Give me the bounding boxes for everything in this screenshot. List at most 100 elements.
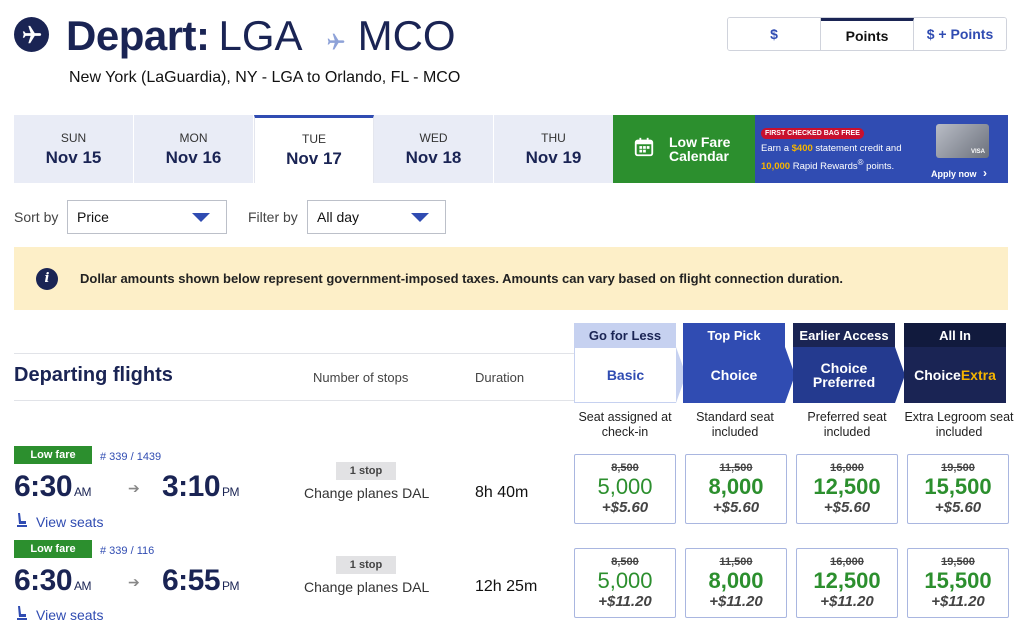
fare-desc-choice-preferred: Preferred seat included [807,410,887,439]
low-fare-line2: Calendar [669,148,729,164]
arrival-time: 3:10 PM [162,470,240,504]
points-price: 5,000 [597,474,653,499]
date-tab-date: Nov 18 [405,147,462,167]
fare-price-choice[interactable]: 11,500 8,000 +$11.20 [685,548,787,618]
view-seats-label: View seats [36,513,104,530]
sort-select[interactable]: Price [67,200,227,234]
arr-time-value: 6:55 [162,564,221,597]
old-price: 16,000 [830,462,864,474]
old-price: 19,500 [941,556,975,568]
date-tab-thu[interactable]: THU Nov 19 [494,115,614,183]
route-subtitle: New York (LaGuardia), NY - LGA to Orland… [69,69,461,86]
date-tab-sun[interactable]: SUN Nov 15 [14,115,134,183]
credit-card-promo[interactable]: FIRST CHECKED BAG FREE Earn a $400 state… [755,115,1008,183]
fare-desc-choice-extra: Extra Legroom seat included [904,410,1014,439]
change-planes-text: Change planes DAL [304,579,430,595]
arr-ampm: PM [222,485,240,499]
chevron-right-icon: › [983,166,988,180]
date-tab-date: Nov 16 [165,147,222,167]
promo-amount: $400 [791,143,813,154]
seat-icon [16,605,28,624]
departing-flights-title: Departing flights [14,364,173,386]
date-tab-dow: TUE [302,132,326,146]
points-price: 12,500 [813,474,881,499]
credit-card-image: VISA [936,124,989,158]
tax-amount: +$5.60 [712,499,760,516]
tax-amount: +$11.20 [598,593,652,610]
toggle-dollars[interactable]: $ [728,18,821,50]
depart-label: Depart: [66,12,210,59]
old-price: 8,500 [611,556,639,568]
fare-tier-label: Top Pick [683,323,785,347]
col-header-stops: Number of stops [313,370,409,385]
calendar-icon [633,136,655,163]
flight-number-link[interactable]: # 339 / 1439 [100,451,161,463]
caret-down-icon [411,213,429,222]
date-tab-dow: SUN [60,130,87,145]
view-seats-link[interactable]: View seats [16,605,103,624]
stops-badge[interactable]: 1 stop [336,462,396,480]
promo-text-4: points. [863,161,895,173]
date-tab-dow: WED [419,130,448,145]
caret-down-icon [192,213,210,222]
airplane-icon [14,17,49,52]
date-tab-wed[interactable]: WED Nov 18 [374,115,494,183]
tax-amount: +$11.20 [931,593,985,610]
promo-points: 10,000 [761,161,791,173]
filter-select[interactable]: All day [307,200,446,234]
fare-price-choice-extra[interactable]: 19,500 15,500 +$5.60 [907,454,1009,524]
promo-text: Earn a $400 statement credit and 10,000 … [761,142,921,174]
page-title: Depart: LGA MCO [66,10,456,62]
date-tab-mon[interactable]: MON Nov 16 [134,115,254,183]
destination-code: MCO [357,12,456,59]
col-header-duration: Duration [475,370,525,385]
low-fare-line1: Low Fare [669,134,731,150]
fare-name: Basic [574,347,676,403]
toggle-points[interactable]: Points [821,18,914,50]
fare-price-choice-preferred[interactable]: 16,000 12,500 +$5.60 [796,454,898,524]
low-fare-badge: Low fare [14,540,92,558]
fare-price-basic[interactable]: 8,500 5,000 +$5.60 [574,454,676,524]
fare-header-choice-extra: All In Choice Extra [904,323,1006,403]
departure-time: 6:30 AM [14,564,92,598]
tax-amount: +$11.20 [820,593,874,610]
arr-time-value: 3:10 [162,470,221,503]
tax-notice: i Dollar amounts shown below represent g… [14,247,1008,310]
apply-now-link[interactable]: Apply now › [931,166,987,180]
fare-price-basic[interactable]: 8,500 5,000 +$11.20 [574,548,676,618]
tax-amount: +$5.60 [934,499,982,516]
sort-value: Price [77,209,109,225]
filter-label: Filter by [248,209,298,225]
fare-price-choice-preferred[interactable]: 16,000 12,500 +$11.20 [796,548,898,618]
fare-desc-choice: Standard seat included [696,410,774,439]
flight-number-link[interactable]: # 339 / 116 [100,545,154,557]
promo-text-3: Rapid Rewards [790,161,858,173]
stops-badge[interactable]: 1 stop [336,556,396,574]
points-price: 15,500 [924,568,992,593]
fare-tier-label: Go for Less [574,323,676,347]
fare-price-choice-extra[interactable]: 19,500 15,500 +$11.20 [907,548,1009,618]
fare-name: Choice Preferred [793,347,895,403]
price-type-toggle: $ Points $ + Points [727,17,1007,51]
tax-amount: +$5.60 [601,499,649,516]
notice-message: Dollar amounts shown below represent gov… [80,271,844,286]
fare-tier-label: All In [904,323,1006,347]
route-plane-icon [326,14,346,62]
fare-price-choice[interactable]: 11,500 8,000 +$5.60 [685,454,787,524]
low-fare-calendar-button[interactable]: Low Fare Calendar [613,115,755,183]
departure-time: 6:30 AM [14,470,92,504]
seat-icon [16,512,28,531]
points-price: 12,500 [813,568,881,593]
fare-name: Choice Extra [904,347,1006,403]
old-price: 8,500 [611,462,639,474]
toggle-dollars-points[interactable]: $ + Points [914,18,1006,50]
date-tab-date: Nov 15 [45,147,102,167]
points-price: 8,000 [708,474,764,499]
view-seats-link[interactable]: View seats [16,512,103,531]
date-tab-date: Nov 19 [525,147,582,167]
fare-desc-basic: Seat assigned at check-in [578,410,672,439]
date-tab-tue[interactable]: TUE Nov 17 [254,115,374,183]
tax-amount: +$5.60 [823,499,871,516]
fare-name: Choice [683,347,785,403]
fare-tier-label: Earlier Access [793,323,895,347]
